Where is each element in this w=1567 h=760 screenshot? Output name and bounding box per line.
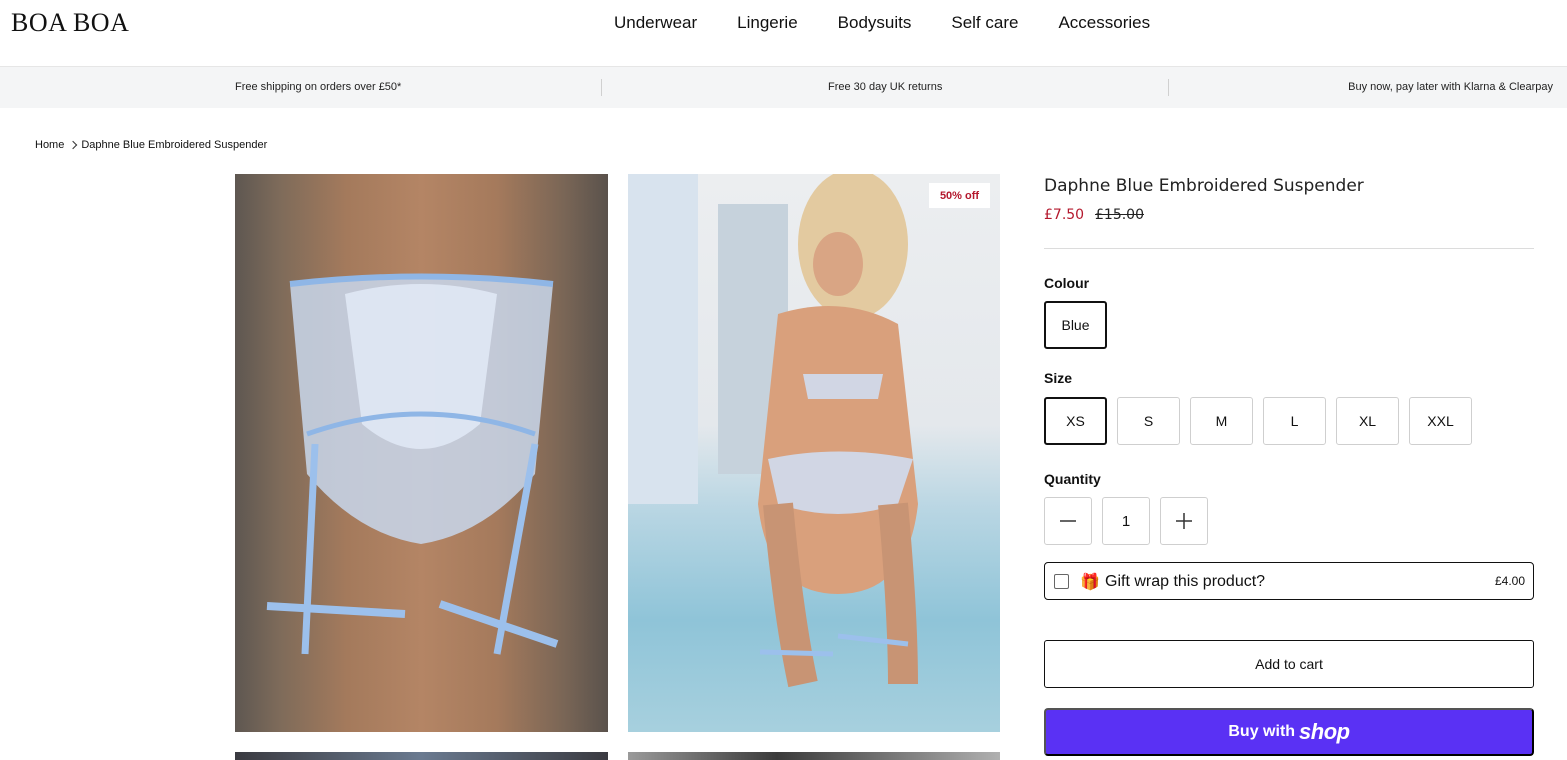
site-header: BOA BOA Underwear Lingerie Bodysuits Sel…	[0, 0, 1567, 67]
nav-self-care[interactable]: Self care	[951, 13, 1018, 33]
gift-wrap-option[interactable]: 🎁 Gift wrap this product? £4.00	[1044, 562, 1534, 600]
breadcrumb-current: Daphne Blue Embroidered Suspender	[81, 139, 268, 151]
nav-lingerie[interactable]: Lingerie	[737, 13, 798, 33]
product-photo-back	[628, 174, 918, 688]
breadcrumb-home[interactable]: Home	[35, 139, 64, 151]
discount-badge: 50% off	[929, 183, 990, 208]
nav-bodysuits[interactable]: Bodysuits	[838, 13, 912, 33]
add-to-cart-button[interactable]: Add to cart	[1044, 640, 1534, 688]
gift-icon: 🎁	[1080, 574, 1100, 591]
gift-wrap-label: Gift wrap this product?	[1105, 573, 1266, 590]
quantity-label: Quantity	[1044, 471, 1101, 487]
product-image-front[interactable]	[235, 174, 608, 732]
site-logo[interactable]: BOA BOA	[11, 8, 129, 38]
main-nav: Underwear Lingerie Bodysuits Self care A…	[614, 13, 1190, 33]
sale-price: £7.50	[1044, 207, 1085, 223]
product-title: Daphne Blue Embroidered Suspender	[1044, 176, 1364, 196]
size-option-xl[interactable]: XL	[1336, 397, 1399, 445]
buy-with-shop-button[interactable]: Buy with shop	[1044, 708, 1534, 756]
announcement-bar: Free shipping on orders over £50* Free 3…	[0, 67, 1567, 108]
nav-underwear[interactable]: Underwear	[614, 13, 697, 33]
chevron-right-icon	[69, 140, 78, 150]
announcement-returns: Free 30 day UK returns	[828, 81, 943, 93]
divider	[1044, 248, 1534, 249]
minus-icon	[1060, 520, 1076, 522]
size-option-s[interactable]: S	[1117, 397, 1180, 445]
breadcrumb: Home Daphne Blue Embroidered Suspender	[35, 139, 267, 151]
colour-option-blue[interactable]: Blue	[1044, 301, 1107, 349]
size-option-xs[interactable]: XS	[1044, 397, 1107, 445]
size-option-xxl[interactable]: XXL	[1409, 397, 1472, 445]
colour-label: Colour	[1044, 275, 1090, 291]
product-image-back[interactable]	[628, 174, 1000, 732]
shop-pay-logo: shop	[1299, 719, 1350, 744]
announcement-divider	[601, 79, 602, 96]
product-photo-front	[266, 273, 559, 655]
compare-price: £15.00	[1095, 207, 1144, 223]
quantity-increase-button[interactable]	[1160, 497, 1208, 545]
size-option-l[interactable]: L	[1263, 397, 1326, 445]
product-image-thumb-4[interactable]	[628, 752, 1000, 760]
quantity-input[interactable]: 1	[1102, 497, 1150, 545]
gift-wrap-checkbox[interactable]	[1054, 574, 1069, 589]
size-option-m[interactable]: M	[1190, 397, 1253, 445]
quantity-decrease-button[interactable]	[1044, 497, 1092, 545]
plus-icon	[1176, 513, 1192, 529]
announcement-divider	[1168, 79, 1169, 96]
gift-wrap-price: £4.00	[1494, 574, 1525, 588]
announcement-klarna: Buy now, pay later with Klarna & Clearpa…	[1348, 81, 1553, 93]
nav-accessories[interactable]: Accessories	[1058, 13, 1150, 33]
product-image-thumb-3[interactable]	[235, 752, 608, 760]
buy-with-label: Buy with	[1228, 723, 1296, 740]
size-label: Size	[1044, 370, 1073, 386]
announcement-shipping: Free shipping on orders over £50*	[235, 81, 402, 93]
